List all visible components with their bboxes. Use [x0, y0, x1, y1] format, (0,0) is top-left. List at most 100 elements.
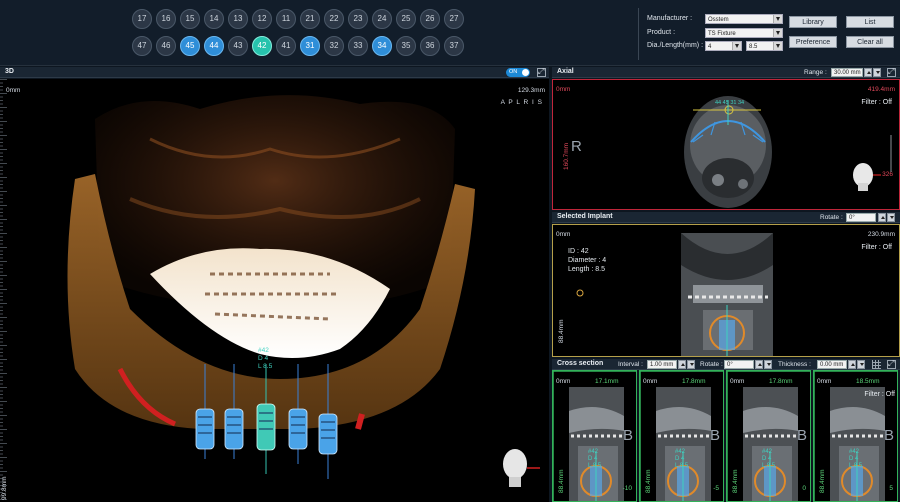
cs-implant-d: D 4 — [675, 456, 685, 462]
interval-down-icon[interactable] — [687, 360, 695, 369]
cross-section-title: Cross section — [557, 360, 604, 367]
implant-45 — [195, 408, 215, 450]
upper-teeth-row: 17 16 15 14 13 12 11 21 22 23 24 25 26 27 — [132, 9, 464, 29]
tooth-button-16[interactable]: 16 — [156, 9, 176, 29]
3d-on-toggle[interactable]: ON — [506, 68, 530, 77]
cs-implant-label: #42 D 4L 8.5 — [675, 449, 688, 470]
cross-rotate-down-icon[interactable] — [764, 360, 772, 369]
cs-side-letter: B — [710, 427, 721, 444]
tooth-button-25[interactable]: 25 — [396, 9, 416, 29]
tooth-button-36[interactable]: 36 — [420, 36, 440, 56]
interval-label: Interval : — [618, 361, 643, 368]
tooth-button-42[interactable]: 42 — [252, 36, 272, 56]
product-select[interactable]: TS Fixture — [705, 27, 783, 38]
clear-all-button[interactable]: Clear all — [846, 36, 894, 48]
tooth-button-26[interactable]: 26 — [420, 9, 440, 29]
implant-31 — [288, 408, 308, 450]
cs-side-letter: B — [884, 427, 895, 444]
panel-3d-title: 3D — [5, 68, 14, 75]
grid-layout-icon[interactable] — [872, 360, 881, 369]
cs-side-letter: B — [623, 427, 634, 444]
rotate-up-icon[interactable] — [878, 213, 886, 222]
tooth-button-24[interactable]: 24 — [372, 9, 392, 29]
cross-section-view-1[interactable]: 0mm 17.1mm 88.4mm B #42 D 4L 8.5 -10 — [552, 370, 637, 502]
cs-position-number: 5 — [889, 485, 893, 492]
thickness-down-icon[interactable] — [857, 360, 865, 369]
tooth-button-47[interactable]: 47 — [132, 36, 152, 56]
chevron-down-icon — [773, 14, 782, 23]
tooth-button-34[interactable]: 34 — [372, 36, 392, 56]
list-button[interactable]: List — [846, 16, 894, 28]
cross-filter: Filter : Off — [864, 391, 895, 398]
cs-mm-left: 88.4mm — [558, 469, 565, 493]
cs-position-number: 0 — [802, 485, 806, 492]
tooth-button-31[interactable]: 31 — [300, 36, 320, 56]
implant-44 — [224, 408, 244, 450]
cs-implant-id: #42 — [849, 449, 860, 455]
axial-title: Axial — [557, 68, 574, 75]
tooth-button-33[interactable]: 33 — [348, 36, 368, 56]
axial-view[interactable]: 0mm 419.4mm 160.7mm Filter : Off R 326 4… — [552, 79, 900, 210]
tooth-button-46[interactable]: 46 — [156, 36, 176, 56]
tooth-button-44[interactable]: 44 — [204, 36, 224, 56]
tooth-button-11[interactable]: 11 — [276, 9, 296, 29]
tooth-button-13[interactable]: 13 — [228, 9, 248, 29]
cs-implant-label: #42 D 4L 8.5 — [849, 449, 862, 470]
cross-section-view-2[interactable]: 0mm 17.8mm 88.4mm B #42 D 4L 8.5 -5 — [639, 370, 724, 502]
expand-icon[interactable] — [537, 67, 546, 77]
rotate-label: Rotate : — [820, 214, 843, 221]
cs-implant-d: D 4 — [588, 456, 598, 462]
cs-mm-top-left: 0mm — [817, 378, 832, 385]
preference-button[interactable]: Preference — [789, 36, 837, 48]
library-button[interactable]: Library — [789, 16, 837, 28]
expand-icon[interactable] — [887, 67, 896, 77]
tooth-button-45[interactable]: 45 — [180, 36, 200, 56]
tooth-button-32[interactable]: 32 — [324, 36, 344, 56]
implant-label-l: L 8.5 — [258, 363, 273, 370]
cross-section-view-4[interactable]: 0mm 18.5mm 88.4mm B #42 D 4L 8.5 5 Filter : Off — [813, 370, 898, 502]
manufacturer-select[interactable]: Osstem — [705, 13, 783, 24]
interval-up-icon[interactable] — [678, 360, 686, 369]
dia-length-label: Dia./Length(mm) : — [647, 42, 704, 49]
chevron-down-icon — [773, 41, 782, 50]
interval-input[interactable]: 1.00 mm — [647, 360, 677, 369]
tooth-button-21[interactable]: 21 — [300, 9, 320, 29]
selected-implant-view[interactable]: 0mm 230.9mm 88.4mm Filter : Off ID : 42 … — [552, 224, 900, 357]
tooth-button-37[interactable]: 37 — [444, 36, 464, 56]
length-select[interactable]: 8.5 — [746, 40, 783, 51]
tooth-button-43[interactable]: 43 — [228, 36, 248, 56]
top-toolbar: 17 16 15 14 13 12 11 21 22 23 24 25 26 27 47 46 45 44 43 4… — [0, 0, 900, 66]
tooth-button-27[interactable]: 27 — [444, 9, 464, 29]
tooth-button-17[interactable]: 17 — [132, 9, 152, 29]
implant-42 — [256, 403, 276, 451]
tooth-button-14[interactable]: 14 — [204, 9, 224, 29]
range-input[interactable]: 30.00 mm — [831, 68, 863, 77]
manufacturer-value: Osstem — [708, 16, 729, 23]
manufacturer-row: Manufacturer : Osstem — [647, 13, 783, 24]
range-down-icon[interactable] — [873, 68, 881, 77]
axial-implant-34: 34 — [737, 100, 745, 106]
cross-rotate-input[interactable]: 0° — [724, 360, 754, 369]
cross-section-view-3[interactable]: 0mm 17.8mm 88.4mm B #42 D 4L 8.5 0 — [726, 370, 811, 502]
cross-rotate-up-icon[interactable] — [755, 360, 763, 369]
axial-implant-31: 31 — [730, 100, 737, 106]
thickness-up-icon[interactable] — [848, 360, 856, 369]
rotate-down-icon[interactable] — [887, 213, 895, 222]
cs-mm-top-left: 0mm — [556, 378, 571, 385]
selected-slice — [576, 233, 773, 356]
tooth-button-22[interactable]: 22 — [324, 9, 344, 29]
expand-icon[interactable] — [887, 359, 896, 369]
rotate-input[interactable]: 0° — [846, 213, 876, 222]
tooth-button-12[interactable]: 12 — [252, 9, 272, 29]
range-label: Range : — [804, 69, 827, 76]
cross-section-header: Cross section Interval : 1.00 mm Rotate … — [552, 359, 900, 370]
tooth-button-35[interactable]: 35 — [396, 36, 416, 56]
tooth-button-41[interactable]: 41 — [276, 36, 296, 56]
view-3d[interactable]: 0mm 129.3mm A P L R I S 99.8mm #42 D 4 L… — [0, 79, 549, 502]
tooth-button-15[interactable]: 15 — [180, 9, 200, 29]
diameter-select[interactable]: 4 — [705, 40, 742, 51]
thickness-input[interactable]: 0.00 mm — [817, 360, 847, 369]
tooth-button-23[interactable]: 23 — [348, 9, 368, 29]
range-up-icon[interactable] — [864, 68, 872, 77]
cs-mm-left: 88.4mm — [732, 469, 739, 493]
